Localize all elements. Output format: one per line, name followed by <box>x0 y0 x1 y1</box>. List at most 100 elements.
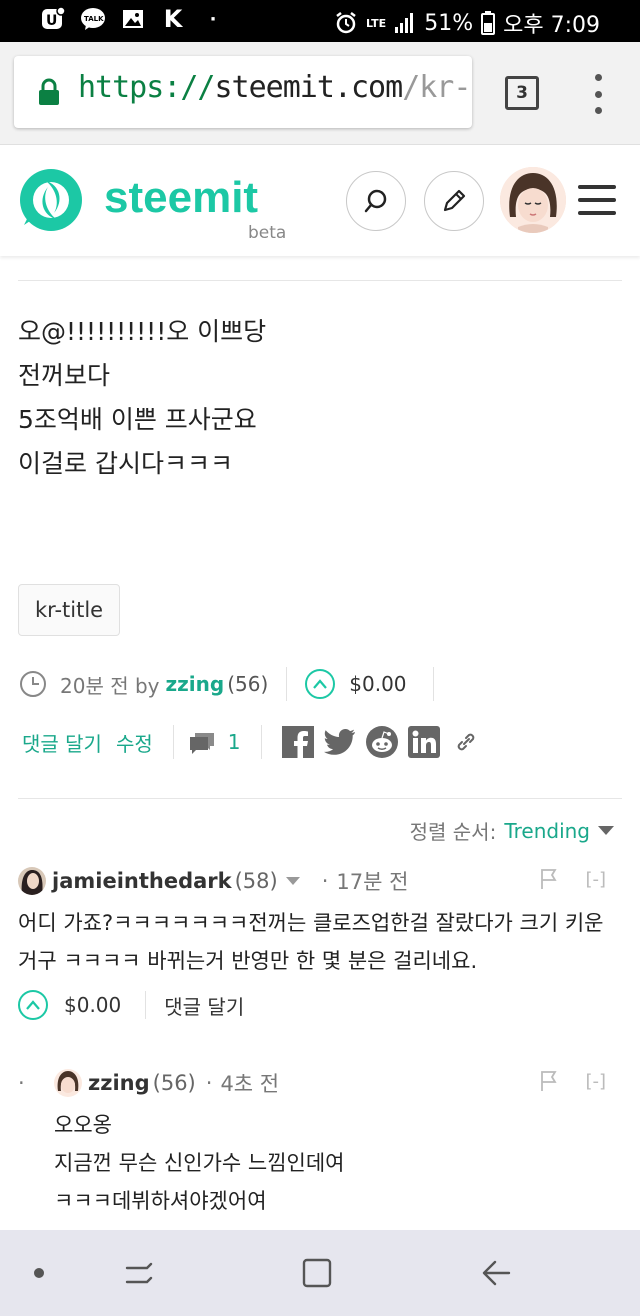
url-path: /kr-title <box>402 70 472 105</box>
sort-label: 정렬 순서: <box>409 820 497 844</box>
beta-label: beta <box>248 223 287 243</box>
divider <box>432 667 434 701</box>
home-icon[interactable] <box>300 1256 334 1290</box>
comment-header: jamieinthedark (58) · 17분 전 [-] <box>18 864 622 898</box>
flag-icon[interactable] <box>539 1070 559 1092</box>
battery-percent: 51% <box>424 10 474 36</box>
menu-icon[interactable] <box>578 185 616 215</box>
comment-line: ㅋㅋㅋ데뷔하셔야겠어여 <box>54 1189 267 1213</box>
compose-button[interactable] <box>424 171 484 231</box>
comment-author[interactable]: zzing <box>88 1071 150 1095</box>
comment-line: 오오옹 <box>54 1113 112 1137</box>
url-bar[interactable]: https://steemit.com/kr-title <box>14 56 472 128</box>
comment-icon[interactable] <box>188 729 216 755</box>
facebook-icon[interactable] <box>281 726 314 758</box>
back-icon[interactable] <box>480 1256 514 1290</box>
thread-dot: · <box>18 1071 25 1095</box>
chevron-up-icon <box>26 1000 40 1010</box>
collapse-button[interactable]: [-] <box>585 869 606 890</box>
post-line: 오@!!!!!!!!!!오 이쁘당 <box>18 317 267 346</box>
separator-dot: · <box>205 1071 213 1095</box>
tab-switcher-button[interactable]: 3 <box>505 76 539 110</box>
browser-toolbar: https://steemit.com/kr-title 3 <box>0 42 640 144</box>
flag-icon[interactable] <box>539 868 559 890</box>
url-host: steemit.com <box>214 70 404 105</box>
notification-icons: U TALK K · <box>40 5 226 33</box>
comment-time[interactable]: 4초 전 <box>220 1068 279 1098</box>
divider <box>18 280 622 281</box>
avatar[interactable] <box>54 1069 82 1097</box>
reply-button[interactable]: 댓글 달기 <box>22 728 102 757</box>
svg-text:U: U <box>46 13 57 29</box>
post-line: 5조억배 이쁜 프사군요 <box>18 405 257 434</box>
comment-body: 오오옹 지금껀 무슨 신인가수 느낌인데여 ㅋㅋㅋ데뷔하셔야겠어여 <box>54 1106 622 1220</box>
u-plus-icon: U <box>40 6 66 32</box>
steemit-wordmark[interactable]: steemit <box>104 173 258 223</box>
reddit-icon[interactable] <box>365 726 398 758</box>
reply-button[interactable]: 댓글 달기 <box>164 991 244 1020</box>
svg-text:TALK: TALK <box>84 15 104 23</box>
k-app-icon: K <box>163 5 183 33</box>
post-payout[interactable]: $0.00 <box>349 672 406 696</box>
post-author-link[interactable]: zzing <box>166 672 225 696</box>
nav-dot-icon[interactable] <box>22 1256 56 1290</box>
sort-value[interactable]: Trending <box>504 819 590 843</box>
comment-reply: · zzing (56) · 4초 전 [-] 오오옹 지금껀 무슨 신인가수 … <box>18 1066 622 1220</box>
comment-body: 어디 가죠?ㅋㅋㅋㅋㅋㅋㅋ전꺼는 클로즈업한걸 잘랐다가 크기 키운거구 ㅋㅋㅋ… <box>18 911 604 973</box>
signal-icon <box>395 13 414 33</box>
author-reputation: (56) <box>227 672 269 696</box>
comment-reputation: (58) <box>234 869 278 893</box>
linkedin-icon[interactable] <box>407 726 440 758</box>
avatar[interactable] <box>18 867 46 895</box>
chevron-up-icon <box>313 679 328 689</box>
comment-author[interactable]: jamieinthedark <box>52 869 232 893</box>
tag-chip[interactable]: kr-title <box>18 584 121 636</box>
search-icon <box>364 189 387 213</box>
recent-apps-icon[interactable] <box>122 1256 156 1290</box>
post-meta: 20분 전 by zzing (56) $0.00 <box>18 666 434 702</box>
status-bar: U TALK K · LTE 51% 오후 7:09 <box>0 0 640 42</box>
post-line: 이걸로 갑시다ㅋㅋㅋ <box>18 449 233 478</box>
link-icon[interactable] <box>450 726 482 758</box>
post-body: 오@!!!!!!!!!!오 이쁘당 전꺼보다 5조억배 이쁜 프사군요 이걸로 … <box>18 310 266 486</box>
site-header: steemit beta <box>0 144 640 256</box>
divider <box>18 798 622 799</box>
url-scheme: https:// <box>78 70 215 105</box>
comment-actions: $0.00 댓글 달기 <box>18 990 622 1020</box>
alarm-icon <box>336 12 356 34</box>
url-text: https://steemit.com/kr-title <box>78 70 472 105</box>
status-dot: · <box>209 8 217 30</box>
sort-selector[interactable]: 정렬 순서: Trending <box>410 816 614 845</box>
battery-icon <box>481 11 496 35</box>
divider <box>172 725 174 759</box>
comment-count[interactable]: 1 <box>228 730 241 754</box>
post-time[interactable]: 20분 전 by <box>60 670 160 699</box>
comment: jamieinthedark (58) · 17분 전 [-] 어디 가죠?ㅋㅋ… <box>18 864 622 1020</box>
search-button[interactable] <box>346 171 406 231</box>
divider <box>145 991 147 1019</box>
edit-button[interactable]: 수정 <box>116 728 153 757</box>
lock-icon <box>39 78 59 105</box>
separator-dot: · <box>321 869 329 893</box>
caret-down-icon[interactable] <box>285 876 300 886</box>
kakaotalk-icon: TALK <box>80 6 106 32</box>
divider <box>286 667 288 701</box>
gallery-icon <box>120 6 146 32</box>
comment-tools: [-] <box>539 1070 606 1092</box>
comment-time[interactable]: 17분 전 <box>336 866 408 896</box>
comment-line: 지금껀 무슨 신인가수 느낌인데여 <box>54 1151 345 1175</box>
caret-down-icon <box>598 825 614 835</box>
post-line: 전꺼보다 <box>18 361 111 390</box>
post-actions: 댓글 달기 수정 1 <box>22 722 492 762</box>
browser-menu-icon[interactable] <box>592 74 604 114</box>
network-type: LTE <box>365 16 387 30</box>
user-avatar[interactable] <box>500 167 566 233</box>
steemit-logo-icon[interactable] <box>16 167 86 237</box>
divider <box>260 725 262 759</box>
comment-tools: [-] <box>539 868 606 890</box>
twitter-icon[interactable] <box>323 726 356 758</box>
upvote-button[interactable] <box>305 669 336 699</box>
collapse-button[interactable]: [-] <box>585 1071 606 1092</box>
comment-payout[interactable]: $0.00 <box>64 993 121 1017</box>
upvote-button[interactable] <box>18 990 48 1020</box>
